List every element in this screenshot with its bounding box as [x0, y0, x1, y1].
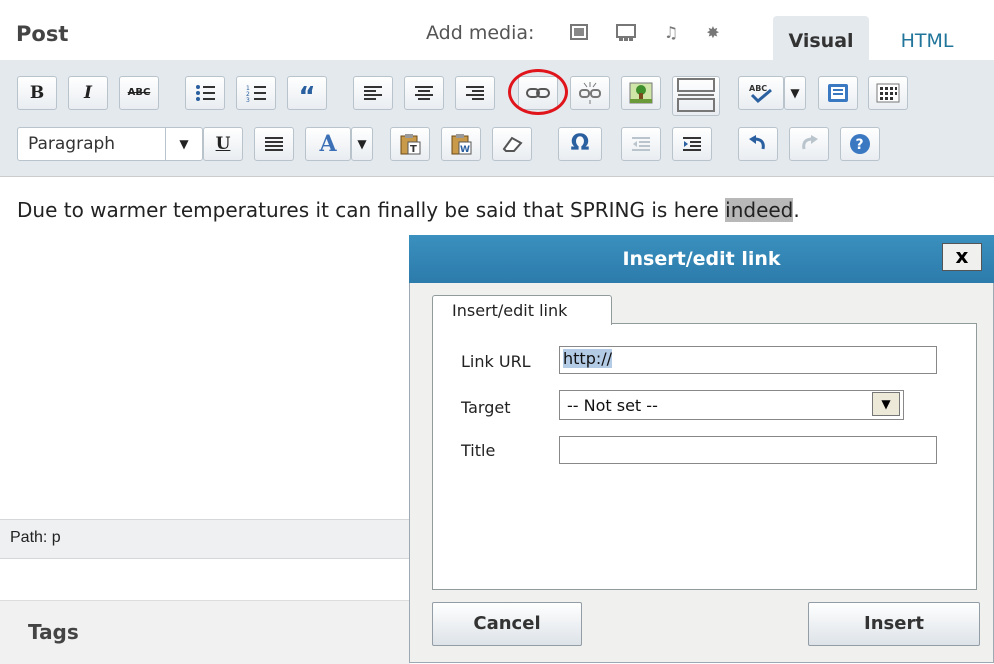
indent-icon [683, 137, 701, 151]
align-left-button[interactable] [353, 76, 393, 110]
bullet-list-icon [196, 85, 215, 101]
text-color-icon: A [319, 131, 337, 157]
add-image-icon[interactable] [570, 24, 588, 42]
help-icon: ? [850, 134, 870, 154]
paste-text-icon: T [400, 134, 421, 155]
path-label: Path: p [10, 529, 61, 546]
dialog-title: Insert/edit link [622, 248, 781, 270]
tab-visual[interactable]: Visual [773, 16, 869, 60]
add-media-icon[interactable]: ✸ [704, 24, 722, 42]
dialog-tab-label: Insert/edit link [452, 301, 568, 320]
clear-formatting-button[interactable] [492, 127, 532, 161]
editor-content[interactable]: Due to warmer temperatures it can finall… [17, 198, 800, 222]
svg-text:ABC: ABC [749, 84, 767, 93]
strikethrough-button[interactable]: ABC [119, 76, 159, 110]
format-select-value: Paragraph [28, 134, 116, 154]
numbered-list-icon: 123 [246, 85, 266, 104]
unlink-icon [579, 82, 601, 104]
format-select[interactable]: Paragraph ▼ [17, 127, 203, 161]
content-text: Due to warmer temperatures it can finall… [17, 198, 726, 222]
title-label: Title [461, 441, 496, 460]
highlight-circle [508, 69, 568, 115]
redo-button[interactable] [789, 127, 829, 161]
more-tag-icon [677, 78, 715, 112]
add-video-icon[interactable] [616, 24, 636, 42]
tab-html[interactable]: HTML [882, 16, 972, 60]
cancel-button[interactable]: Cancel [432, 602, 582, 646]
path-bar [0, 519, 410, 559]
paste-word-button[interactable]: W [441, 127, 481, 161]
align-left-icon [364, 86, 382, 100]
redo-icon [802, 135, 818, 150]
insert-image-button[interactable] [621, 76, 661, 110]
tags-title[interactable]: Tags [28, 620, 79, 644]
insert-more-button[interactable] [672, 76, 720, 116]
link-url-input[interactable]: http:// [559, 346, 937, 374]
close-button[interactable]: x [942, 243, 982, 271]
outdent-button[interactable] [621, 127, 661, 161]
selected-text: indeed [725, 198, 794, 222]
kitchen-sink-icon [876, 83, 900, 103]
justify-button[interactable] [254, 127, 294, 161]
undo-button[interactable] [738, 127, 778, 161]
help-button[interactable]: ? [840, 127, 880, 161]
eraser-icon [502, 136, 523, 152]
chevron-down-icon[interactable]: ▼ [872, 392, 900, 416]
align-right-icon [466, 86, 484, 100]
spellcheck-button[interactable]: ABC [738, 76, 784, 110]
svg-text:W: W [460, 145, 470, 155]
spellcheck-icon: ABC [749, 84, 772, 104]
target-select-value: -- Not set -- [567, 396, 658, 415]
kitchen-sink-button[interactable] [868, 76, 908, 110]
align-center-icon [415, 86, 433, 100]
fullscreen-button[interactable] [818, 76, 858, 110]
align-center-button[interactable] [404, 76, 444, 110]
paste-word-icon: W [451, 134, 472, 155]
target-label: Target [461, 398, 511, 417]
add-media-label: Add media: [426, 22, 535, 44]
text-color-button[interactable]: A [305, 127, 351, 161]
title-input[interactable] [559, 436, 937, 464]
add-audio-icon[interactable]: ♫ [662, 24, 680, 42]
svg-text:3: 3 [246, 97, 250, 103]
link-url-value: http:// [563, 349, 613, 368]
chevron-down-icon: ▼ [165, 128, 202, 160]
paste-text-button[interactable]: T [390, 127, 430, 161]
bold-button[interactable]: B [17, 76, 57, 110]
bullet-list-button[interactable] [185, 76, 225, 110]
blockquote-button[interactable]: “ [287, 76, 327, 112]
italic-button[interactable]: I [68, 76, 108, 110]
special-char-button[interactable]: Ω [558, 127, 602, 161]
link-url-label: Link URL [461, 352, 531, 371]
align-right-button[interactable] [455, 76, 495, 110]
post-title: Post [16, 22, 69, 46]
justify-icon [265, 137, 283, 151]
text-color-dropdown[interactable]: ▼ [351, 127, 373, 161]
svg-text:?: ? [856, 137, 864, 153]
underline-button[interactable]: U [203, 127, 243, 161]
image-icon [629, 82, 653, 104]
undo-icon [749, 135, 765, 150]
svg-text:T: T [410, 144, 417, 155]
fullscreen-icon [828, 84, 848, 102]
spellcheck-dropdown[interactable]: ▼ [784, 76, 806, 110]
indent-button[interactable] [672, 127, 712, 161]
unlink-button[interactable] [570, 76, 610, 110]
content-text-end: . [793, 198, 800, 222]
outdent-icon [632, 137, 650, 151]
insert-button[interactable]: Insert [808, 602, 980, 646]
numbered-list-button[interactable]: 123 [236, 76, 276, 110]
